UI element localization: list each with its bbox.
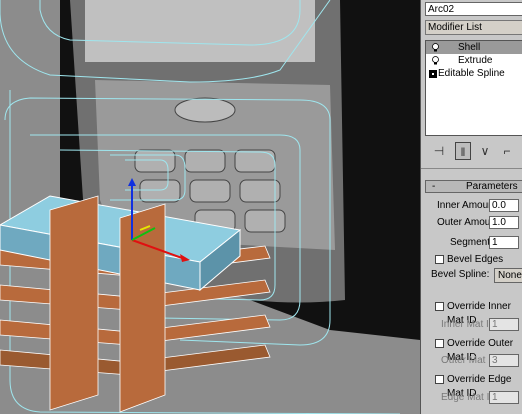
viewport-scene bbox=[0, 0, 420, 414]
bevel-edges-checkbox[interactable] bbox=[435, 255, 444, 264]
phone-nav-key bbox=[174, 97, 236, 123]
make-unique-icon[interactable]: ∨ bbox=[477, 142, 493, 160]
stack-item-shell[interactable]: Shell bbox=[426, 41, 522, 54]
bevel-spline-label: Bevel Spline: bbox=[431, 269, 490, 280]
segments-row: Segments: 1 bbox=[421, 236, 522, 250]
stack-item-label: Extrude bbox=[458, 55, 493, 66]
bevel-spline-row: Bevel Spline: None bbox=[421, 268, 522, 283]
phone-screen bbox=[85, 0, 315, 62]
outer-mat-spinner[interactable]: 3 bbox=[489, 354, 519, 367]
stack-item-editable-spline[interactable]: Editable Spline bbox=[426, 67, 522, 80]
override-edge-checkbox[interactable] bbox=[435, 375, 444, 384]
segments-spinner[interactable]: 1 bbox=[489, 236, 519, 249]
override-outer-row: Override Outer Mat ID bbox=[421, 337, 522, 363]
object-name-field[interactable]: Arc02 bbox=[425, 2, 522, 16]
stack-item-extrude[interactable]: Extrude bbox=[426, 54, 522, 67]
command-panel: Arc02 Modifier List Shell Extrude Editab… bbox=[421, 0, 522, 414]
outer-amount-spinner[interactable]: 1.0 bbox=[489, 216, 519, 229]
lightbulb-icon[interactable] bbox=[432, 43, 439, 52]
collapse-icon: - bbox=[432, 181, 436, 192]
bevel-edges-label: Bevel Edges bbox=[447, 254, 504, 265]
override-inner-checkbox[interactable] bbox=[435, 302, 444, 311]
bevel-edges-row: Bevel Edges bbox=[421, 253, 522, 267]
inner-amount-row: Inner Amount: 0.0 bbox=[421, 199, 522, 213]
lightbulb-icon[interactable] bbox=[432, 56, 439, 65]
edge-mat-row: Edge Mat ID: 1 bbox=[421, 391, 522, 405]
outer-amount-row: Outer Amount: 1.0 bbox=[421, 216, 522, 230]
rollout-title: Parameters bbox=[466, 181, 518, 192]
inner-amount-spinner[interactable]: 0.0 bbox=[489, 199, 519, 212]
bevel-spline-button[interactable]: None bbox=[494, 268, 522, 283]
viewport-perspective[interactable] bbox=[0, 0, 421, 414]
show-end-result-icon[interactable]: ‖ bbox=[455, 142, 471, 160]
divider bbox=[421, 168, 522, 169]
override-edge-row: Override Edge Mat ID bbox=[421, 373, 522, 399]
remove-modifier-icon[interactable]: ⌐ bbox=[499, 142, 515, 160]
parameters-rollout-header[interactable]: - Parameters bbox=[425, 180, 522, 193]
override-outer-checkbox[interactable] bbox=[435, 339, 444, 348]
modifier-stack: Shell Extrude Editable Spline bbox=[425, 40, 522, 136]
inner-mat-spinner[interactable]: 1 bbox=[489, 318, 519, 331]
spline-box-icon bbox=[429, 70, 437, 78]
pin-stack-icon[interactable]: ⊣ bbox=[431, 142, 447, 160]
inner-mat-row: Inner Mat ID: 1 bbox=[421, 318, 522, 332]
stack-item-label: Editable Spline bbox=[438, 68, 505, 79]
modifier-list-dropdown[interactable]: Modifier List bbox=[425, 20, 522, 35]
stack-item-label: Shell bbox=[458, 42, 481, 53]
outer-mat-row: Outer Mat ID: 3 bbox=[421, 354, 522, 368]
edge-mat-spinner[interactable]: 1 bbox=[489, 391, 519, 404]
stack-toolbar: ⊣ ‖ ∨ ⌐ bbox=[425, 140, 522, 164]
override-inner-row: Override Inner Mat ID bbox=[421, 300, 522, 326]
